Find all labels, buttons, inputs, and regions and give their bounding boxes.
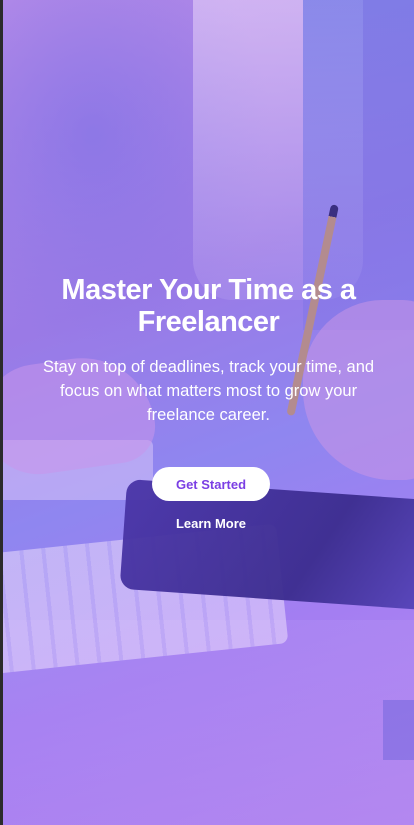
onboarding-screen: Master Your Time as a Freelancer Stay on… (3, 0, 414, 825)
hero-subtitle: Stay on top of deadlines, track your tim… (42, 358, 375, 424)
get-started-button[interactable]: Get Started (152, 467, 270, 501)
hero-title: Master Your Time as a Freelancer (61, 274, 356, 338)
learn-more-link[interactable]: Learn More (153, 514, 269, 534)
background-shadow (383, 700, 414, 760)
